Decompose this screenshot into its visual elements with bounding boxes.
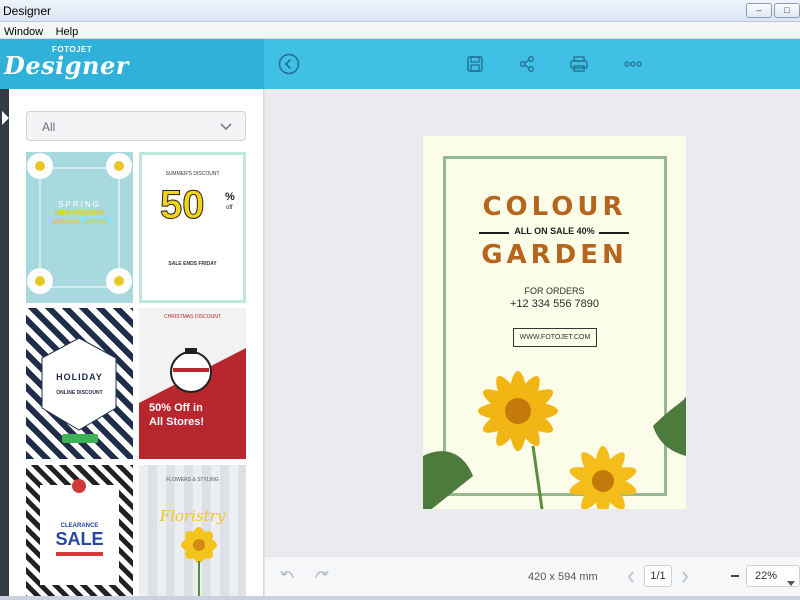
redo-icon[interactable] xyxy=(314,569,330,588)
poster-flower-art xyxy=(423,371,686,509)
back-circle-icon[interactable] xyxy=(276,51,302,77)
window-bottom-edge xyxy=(0,596,800,600)
menu-bar: Window Help xyxy=(0,22,800,39)
template-floristry-line2: Floristry xyxy=(159,507,226,525)
template-holiday-line2: ONLINE DISCOUNT xyxy=(56,390,103,396)
template-summer-off: off xyxy=(226,205,233,211)
template-clearance-dot xyxy=(72,479,86,493)
template-clearance-bar xyxy=(56,552,103,556)
page-indicator[interactable]: 1/1 xyxy=(644,565,672,587)
canvas-size-label: 420 x 594 mm xyxy=(528,571,598,583)
template-holiday-line1: HOLIDAY xyxy=(56,372,103,382)
template-christmas-line2: 50% Off in xyxy=(149,402,203,414)
poster-website: WWW.FOTOJET.COM xyxy=(513,328,597,347)
template-spring-line2: NEW FASHION xyxy=(54,210,105,217)
side-tool-strip xyxy=(0,89,9,596)
save-icon[interactable] xyxy=(462,51,488,77)
template-spring-line1: SPRING xyxy=(58,200,101,209)
template-thumb-holiday[interactable]: HOLIDAY ONLINE DISCOUNT xyxy=(26,308,133,459)
poster-canvas[interactable]: COLOUR ALL ON SALE 40% GARDEN FOR ORDERS… xyxy=(423,136,686,509)
zoom-select[interactable]: 22% xyxy=(746,565,800,587)
template-thumb-floristry[interactable]: FLOWERS & STYLING Floristry xyxy=(139,465,246,596)
template-holiday-art xyxy=(41,337,117,443)
template-spring-art xyxy=(26,152,133,303)
poster-title-top: COLOUR xyxy=(482,192,627,222)
template-clearance-line2: SALE xyxy=(55,529,104,549)
template-thumb-christmas[interactable]: CHRISTMAS DISCOUNT 50% Off in All Stores… xyxy=(139,308,246,459)
window-titlebar: Designer ‒ □ xyxy=(0,0,800,22)
active-indicator xyxy=(2,111,9,125)
window-title: Designer xyxy=(3,4,52,18)
zoom-chevron-icon xyxy=(787,574,795,592)
template-christmas-line1: CHRISTMAS DISCOUNT xyxy=(164,314,221,320)
template-summer-line5: SALE ENDS FRIDAY xyxy=(168,261,217,267)
poster-orders-label: FOR ORDERS xyxy=(524,286,585,296)
poster-title-bottom: GARDEN xyxy=(481,240,628,270)
minimize-button[interactable]: ‒ xyxy=(746,3,772,18)
chevron-down-icon xyxy=(219,119,233,138)
template-christmas-line3: All Stores! xyxy=(149,416,205,428)
bottom-status-bar: 420 x 594 mm 1/1 22% xyxy=(265,556,800,596)
poster-phone: +12 334 556 7890 xyxy=(509,298,599,310)
prev-page-icon[interactable] xyxy=(627,570,635,588)
template-summer-line1: SUMMER'S DISCOUNT xyxy=(165,171,220,177)
menu-window[interactable]: Window xyxy=(0,24,47,38)
print-icon[interactable] xyxy=(566,51,592,77)
next-page-icon[interactable] xyxy=(681,570,689,588)
top-toolbar: FOTOJET Designer xyxy=(0,39,800,89)
poster-tagline: ALL ON SALE 40% xyxy=(514,226,595,236)
zoom-out-icon[interactable] xyxy=(731,575,739,577)
template-thumb-spring[interactable]: SPRING NEW FASHION SPECIAL OFFER xyxy=(26,152,133,303)
brand-logo: FOTOJET Designer xyxy=(0,39,264,89)
template-spring-line3: SPECIAL OFFER xyxy=(51,219,108,226)
template-thumb-clearance[interactable]: CLEARANCE SALE xyxy=(26,465,133,596)
zoom-value: 22% xyxy=(755,570,778,582)
category-dropdown-value: All xyxy=(42,120,56,134)
template-summer-percent: % xyxy=(225,191,235,203)
template-summer-number: 50 xyxy=(160,183,205,228)
maximize-button[interactable]: □ xyxy=(774,3,800,18)
template-floristry-line1: FLOWERS & STYLING xyxy=(166,477,219,483)
share-icon[interactable] xyxy=(514,51,540,77)
undo-icon[interactable] xyxy=(279,569,295,588)
template-thumb-summer[interactable]: SUMMER'S DISCOUNT 50 % off SALE ENDS FRI… xyxy=(139,152,246,303)
brand-big-text: Designer xyxy=(4,51,129,80)
templates-panel: All SPRING NEW FASHION SPECIAL OFFER SUM… xyxy=(9,89,264,596)
category-dropdown[interactable]: All xyxy=(26,111,246,141)
menu-help[interactable]: Help xyxy=(52,24,83,38)
template-floristry-art xyxy=(181,527,217,596)
more-icon[interactable] xyxy=(620,51,646,77)
template-christmas-art xyxy=(139,348,246,459)
